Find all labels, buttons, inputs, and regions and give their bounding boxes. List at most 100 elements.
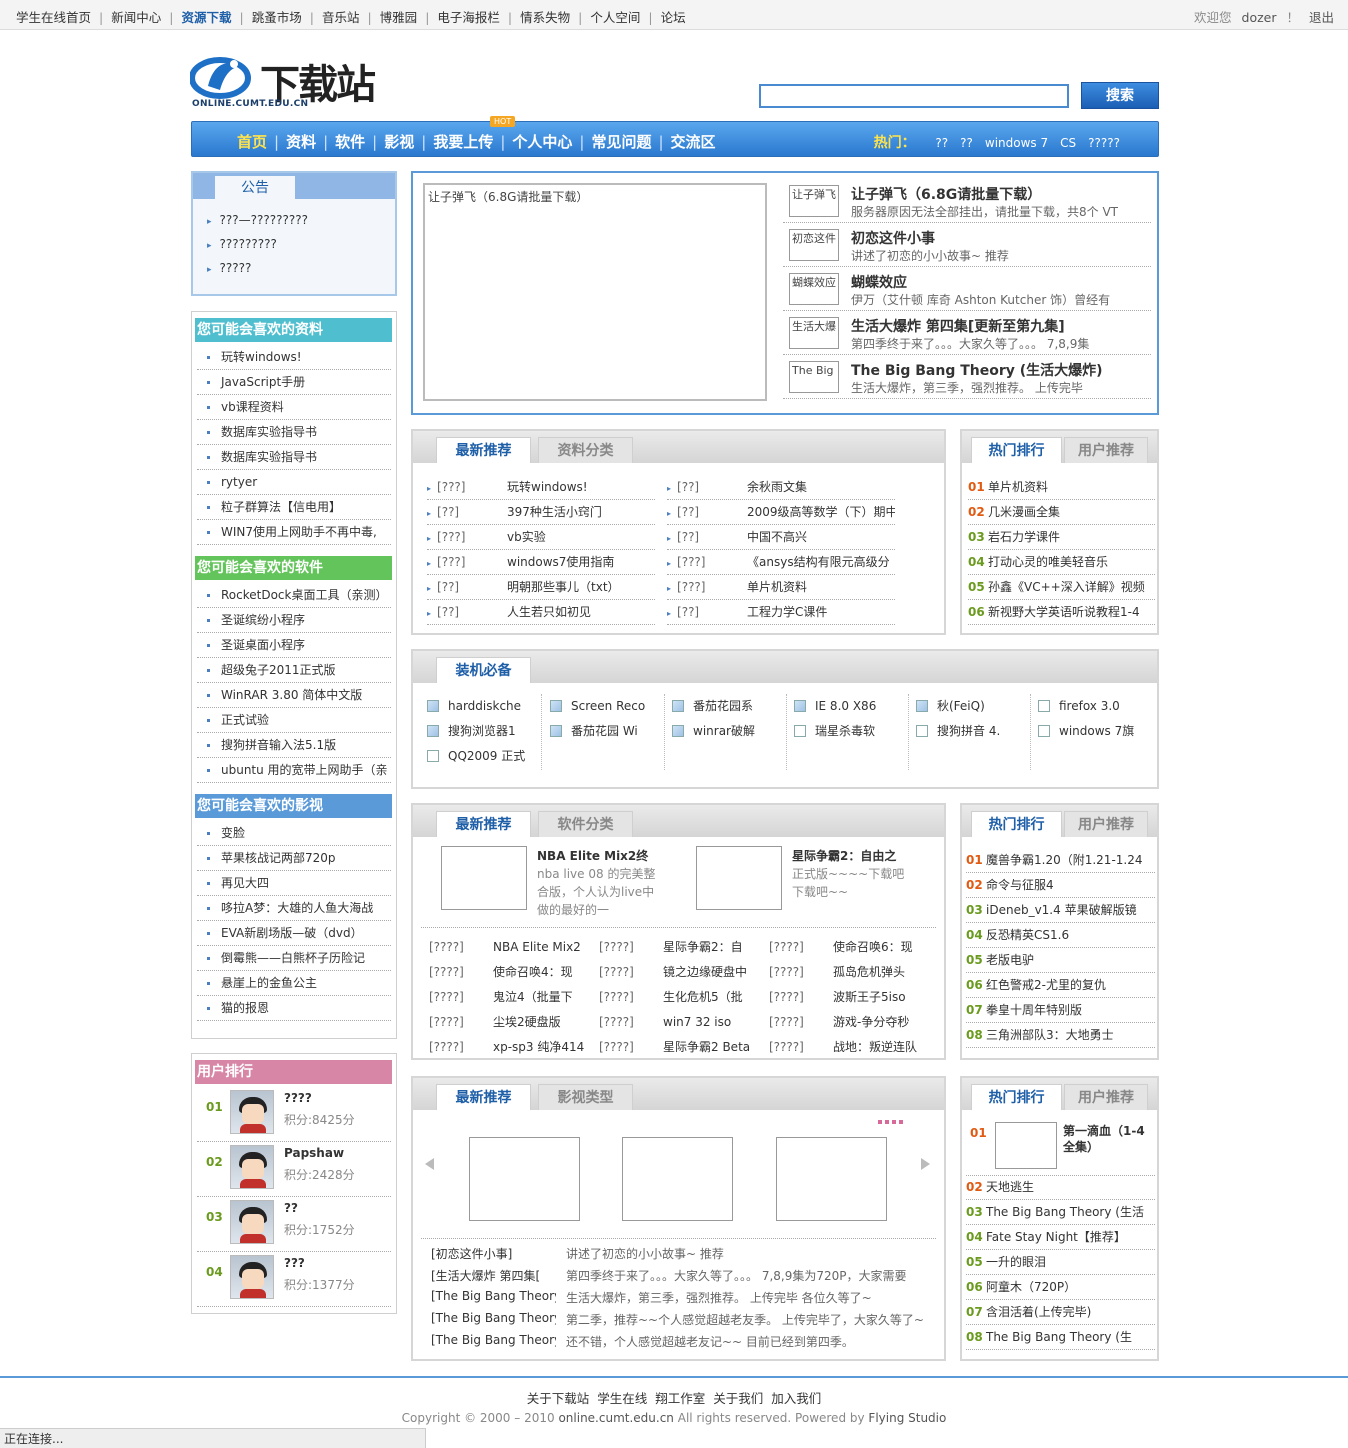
feature-title[interactable]: 让子弹飞（6.8G请批量下载） (851, 184, 1041, 204)
tab-video-hot-rank[interactable]: 热门排行 (971, 1084, 1062, 1110)
soft-row[interactable]: [????] xp-sp3 纯净414 (429, 1035, 591, 1060)
hot-row[interactable]: 04 反恐精英CS1.6 (966, 923, 1155, 948)
hot-row[interactable]: 01 单片机资料 (968, 475, 1155, 500)
video-title[interactable]: [The Big Bang Theory] (431, 1333, 556, 1347)
hot-item-name[interactable]: 天地逃生 (986, 1180, 1034, 1194)
essential-name[interactable]: 秋(FeiQ) (937, 699, 985, 713)
doc-name[interactable]: vb实验 (507, 530, 546, 544)
hot-row[interactable]: 05 一升的眼泪 (966, 1250, 1155, 1275)
essential-name[interactable]: harddiskche (448, 699, 521, 713)
soft-row[interactable]: [????] NBA Elite Mix2 (429, 935, 591, 960)
user-rank-row[interactable]: 01???? 积分:8425分 (197, 1087, 391, 1142)
footer-link[interactable]: 加入我们 (771, 1391, 821, 1406)
soft-category[interactable]: [????] (429, 1035, 493, 1060)
hot-item-name[interactable]: 单片机资料 (988, 480, 1048, 494)
mainnav-item[interactable]: 我要上传 (428, 131, 498, 152)
avatar[interactable] (230, 1200, 274, 1244)
soft-row[interactable]: [????] 尘埃2硬盘版 (429, 1010, 591, 1035)
user-rank-row[interactable]: 03?? 积分:1752分 (197, 1197, 391, 1252)
side-list-item[interactable]: EVA新剧场版—破（dvd） (197, 921, 391, 946)
soft-thumb-2[interactable] (696, 846, 782, 910)
topnav-item[interactable]: 博雅园 (372, 7, 426, 26)
side-list-item[interactable]: 悬崖上的金鱼公主 (197, 971, 391, 996)
essential-item[interactable]: windows 7旗 (1038, 719, 1148, 743)
essential-item[interactable]: 搜狗浏览器1 (427, 719, 537, 743)
topnav-item[interactable]: 跳蚤市场 (244, 7, 310, 26)
side-list-item[interactable]: 数据库实验指导书 (197, 420, 391, 445)
tab-soft-hot-rank[interactable]: 热门排行 (971, 811, 1062, 837)
soft-row[interactable]: [????] 使命召唤6：现 (769, 935, 931, 960)
soft-category[interactable]: [????] (429, 935, 493, 960)
feature-row[interactable]: 让子弹飞 让子弹飞（6.8G请批量下载） 服务器原因无法全部挂出，请批量下载，共8个… (783, 179, 1151, 223)
soft-name[interactable]: 星际争霸2 Beta (663, 1040, 750, 1054)
topnav-item[interactable]: 论坛 (653, 7, 694, 26)
feature-image[interactable]: 让子弹飞（6.8G请批量下载） (423, 183, 767, 401)
hot-item-name[interactable]: 一升的眼泪 (986, 1255, 1046, 1269)
soft-category[interactable]: [????] (429, 985, 493, 1010)
hot-item-name[interactable]: The Big Bang Theory (生 (986, 1330, 1132, 1344)
mainnav-item[interactable]: 软件 (330, 131, 370, 152)
side-list-item[interactable]: 玩转windows! (197, 345, 391, 370)
doc-row[interactable]: ▸ [??] 明朝那些事儿（txt） (427, 575, 655, 600)
soft-name[interactable]: xp-sp3 纯净414 (493, 1040, 584, 1054)
side-list-item[interactable]: 猫的报恩 (197, 996, 391, 1021)
essential-name[interactable]: windows 7旗 (1059, 724, 1134, 738)
doc-row[interactable]: ▸ [???] windows7使用指南 (427, 550, 655, 575)
doc-category[interactable]: [???] (437, 525, 507, 549)
soft-row[interactable]: [????] 生化危机5（批 (599, 985, 761, 1010)
feature-thumb[interactable]: 蝴蝶效应 (789, 273, 839, 305)
doc-name[interactable]: 单片机资料 (747, 580, 807, 594)
side-list-item[interactable]: rytyer (197, 470, 391, 495)
soft-name[interactable]: 战地：叛逆连队 (833, 1040, 917, 1054)
essential-item[interactable]: firefox 3.0 (1038, 694, 1148, 718)
hot-item-name[interactable]: 命令与征服4 (986, 878, 1054, 892)
soft-row[interactable]: [????] 战地：叛逆连队 (769, 1035, 931, 1060)
side-list-item[interactable]: 倒霉熊——白熊杯子历险记 (197, 946, 391, 971)
soft-row[interactable]: [????] 星际争霸2：自 (599, 935, 761, 960)
soft-category[interactable]: [????] (769, 1010, 833, 1035)
hot-row[interactable]: 04 Fate Stay Night【推荐】 (966, 1225, 1155, 1250)
video-title[interactable]: [初恋这件小事] (431, 1245, 556, 1262)
tab-latest-soft[interactable]: 最新推荐 (436, 811, 531, 837)
soft-name[interactable]: NBA Elite Mix2 (493, 940, 581, 954)
doc-row[interactable]: ▸ [??] 工程力学C课件 (667, 600, 895, 625)
essential-item[interactable]: IE 8.0 X86 (794, 694, 904, 718)
doc-row[interactable]: ▸ [??] 人生若只如初见 (427, 600, 655, 625)
soft-name[interactable]: 镜之边缘硬盘中 (663, 965, 747, 979)
video-hot-first[interactable]: 01 第一滴血（1-4全集） (966, 1120, 1155, 1176)
feature-row[interactable]: 生活大爆 生活大爆炸 第四集[更新至第九集] 第四季终于来了。。。大家久等了。。。 … (783, 311, 1151, 355)
essential-item[interactable]: winrar破解 (672, 719, 782, 743)
carousel-dot[interactable] (885, 1120, 889, 1124)
doc-name[interactable]: 2009级高等数学（下）期中 (747, 505, 895, 519)
hot-item-name[interactable]: 新视野大学英语听说教程1-4 (988, 605, 1140, 619)
doc-name[interactable]: 397种生活小窍门 (507, 505, 602, 519)
hot-item-name[interactable]: The Big Bang Theory (生活 (986, 1205, 1144, 1219)
doc-category[interactable]: [???] (437, 475, 507, 499)
hot-item-name[interactable]: iDeneb_v1.4 苹果破解版镜 (986, 903, 1137, 917)
topnav-item[interactable]: 电子海报栏 (429, 7, 508, 26)
soft-row[interactable]: [????] 星际争霸2 Beta (599, 1035, 761, 1060)
hot-row[interactable]: 05 孙鑫《VC++深入详解》视频 (968, 575, 1155, 600)
soft-name[interactable]: 波斯王子5iso (833, 990, 906, 1004)
hot-item-name[interactable]: 三角洲部队3：大地勇士 (986, 1028, 1114, 1042)
hot-row[interactable]: 07 拳皇十周年特别版 (966, 998, 1155, 1023)
video-hot-first-title[interactable]: 第一滴血（1-4全集） (1063, 1123, 1153, 1155)
essential-name[interactable]: QQ2009 正式 (448, 749, 525, 763)
doc-name[interactable]: windows7使用指南 (507, 555, 614, 569)
doc-category[interactable]: [??] (677, 525, 747, 549)
doc-name[interactable]: 玩转windows! (507, 480, 588, 494)
hot-item-name[interactable]: 拳皇十周年特别版 (986, 1003, 1082, 1017)
carousel-prev-icon[interactable] (425, 1158, 434, 1170)
soft-thumb-1[interactable] (441, 846, 527, 910)
doc-name[interactable]: 余秋雨文集 (747, 480, 807, 494)
essential-item[interactable]: Screen Reco (550, 694, 660, 718)
essential-name[interactable]: IE 8.0 X86 (815, 699, 876, 713)
tab-doc-categories[interactable]: 资料分类 (538, 437, 633, 463)
soft-row[interactable]: [????] 游戏-争分夺秒 (769, 1010, 931, 1035)
doc-row[interactable]: ▸ [???] 单片机资料 (667, 575, 895, 600)
soft-row[interactable]: [????] 波斯王子5iso (769, 985, 931, 1010)
side-list-item[interactable]: vb课程资料 (197, 395, 391, 420)
hot-keyword[interactable]: windows 7 (985, 136, 1048, 150)
soft-name[interactable]: 星际争霸2：自 (663, 940, 743, 954)
side-list-item[interactable]: 正式试验 (197, 708, 391, 733)
